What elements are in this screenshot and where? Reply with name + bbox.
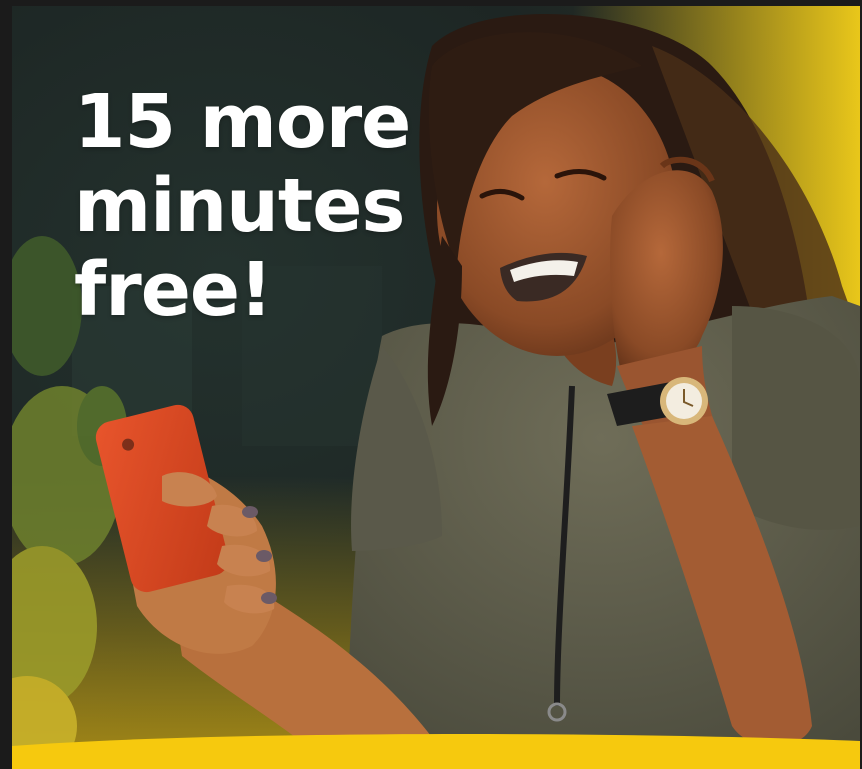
headline-line-1: 15 more — [74, 79, 411, 165]
headline-line-2: minutes — [74, 163, 405, 249]
promo-banner: 15 more minutes free! — [0, 0, 862, 769]
headline-line-3: free! — [74, 247, 273, 333]
promo-headline: 15 more minutes free! — [74, 79, 411, 333]
